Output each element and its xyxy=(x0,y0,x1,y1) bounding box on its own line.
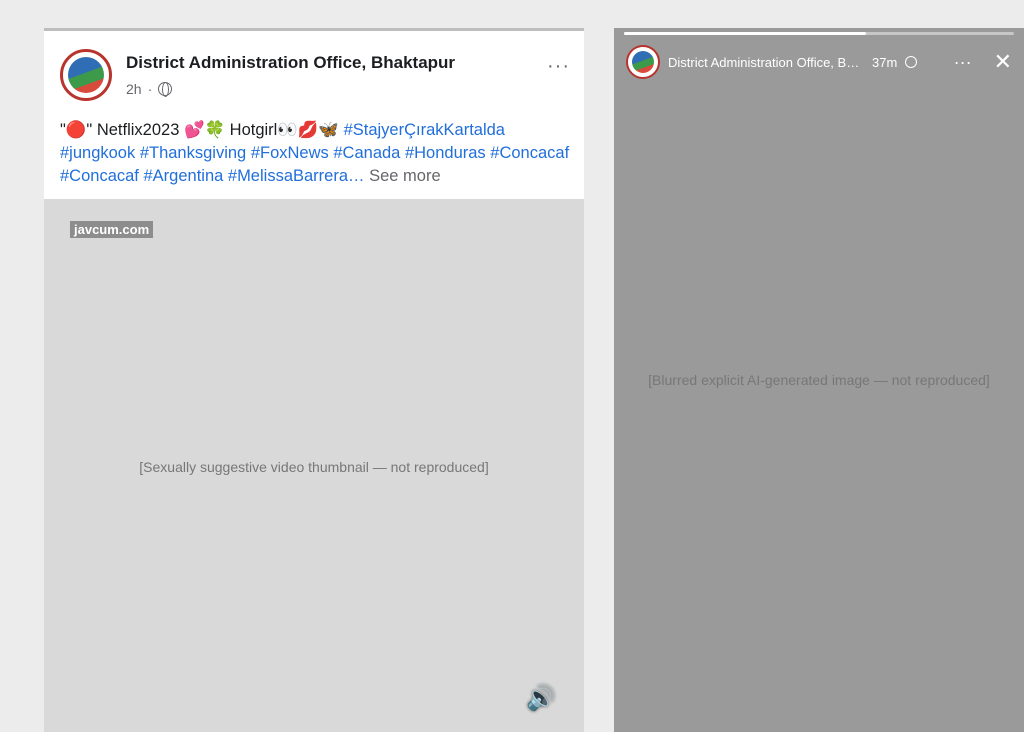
hashtag[interactable]: #Honduras xyxy=(405,144,486,162)
hashtag[interactable]: #Concacaf xyxy=(490,144,569,162)
page-name[interactable]: District Administration Office, Bhaktapu… xyxy=(126,53,455,73)
post-time[interactable]: 2h xyxy=(126,81,142,97)
hashtag[interactable]: #Canada xyxy=(333,144,400,162)
hashtag[interactable]: #Thanksgiving xyxy=(140,144,246,162)
story-progress-bar xyxy=(624,32,1014,35)
hashtag[interactable]: #jungkook xyxy=(60,144,135,162)
story-media[interactable]: [Blurred explicit AI-generated image — n… xyxy=(614,28,1024,732)
feed-post: District Administration Office, Bhaktapu… xyxy=(44,28,584,732)
story-page-name[interactable]: District Administration Office, Bh... xyxy=(668,55,864,70)
story-header: District Administration Office, Bh... 37… xyxy=(626,42,1012,82)
close-icon[interactable]: ✕ xyxy=(994,49,1012,75)
media-placeholder: [Blurred explicit AI-generated image — n… xyxy=(648,372,990,388)
page-logo xyxy=(632,51,654,73)
meta-separator: · xyxy=(147,81,153,97)
hashtag[interactable]: #MelissaBarrera… xyxy=(228,167,365,185)
page-logo xyxy=(68,57,104,93)
more-options-icon[interactable]: ··· xyxy=(954,52,972,73)
post-video[interactable]: javcum.com [Sexually suggestive video th… xyxy=(44,199,584,732)
sound-icon[interactable]: 🔊 xyxy=(526,684,556,713)
caption-lead: "🔴" Netflix2023 💕🍀 Hotgirl👀💋🦋 xyxy=(60,121,339,139)
post-meta: 2h · xyxy=(126,81,173,97)
hashtag[interactable]: #Concacaf xyxy=(60,167,139,185)
globe-icon xyxy=(905,56,918,68)
see-more-link[interactable]: See more xyxy=(369,167,441,185)
hashtag[interactable]: #FoxNews xyxy=(251,144,329,162)
story-progress-fill xyxy=(624,32,866,35)
story-avatar[interactable] xyxy=(626,45,660,79)
page-avatar[interactable] xyxy=(60,49,112,101)
story-time: 37m xyxy=(872,54,898,70)
video-watermark: javcum.com xyxy=(70,221,154,238)
media-placeholder: [Sexually suggestive video thumbnail — n… xyxy=(139,459,489,475)
globe-icon xyxy=(158,82,173,97)
post-header: District Administration Office, Bhaktapu… xyxy=(58,45,570,105)
more-options-icon[interactable]: ··· xyxy=(547,55,570,78)
story-viewer: [Blurred explicit AI-generated image — n… xyxy=(614,28,1024,732)
post-caption: "🔴" Netflix2023 💕🍀 Hotgirl👀💋🦋 #StajyerÇı… xyxy=(60,119,570,188)
hashtag[interactable]: #Argentina xyxy=(143,167,223,185)
hashtag[interactable]: #StajyerÇırakKartalda xyxy=(344,121,505,139)
